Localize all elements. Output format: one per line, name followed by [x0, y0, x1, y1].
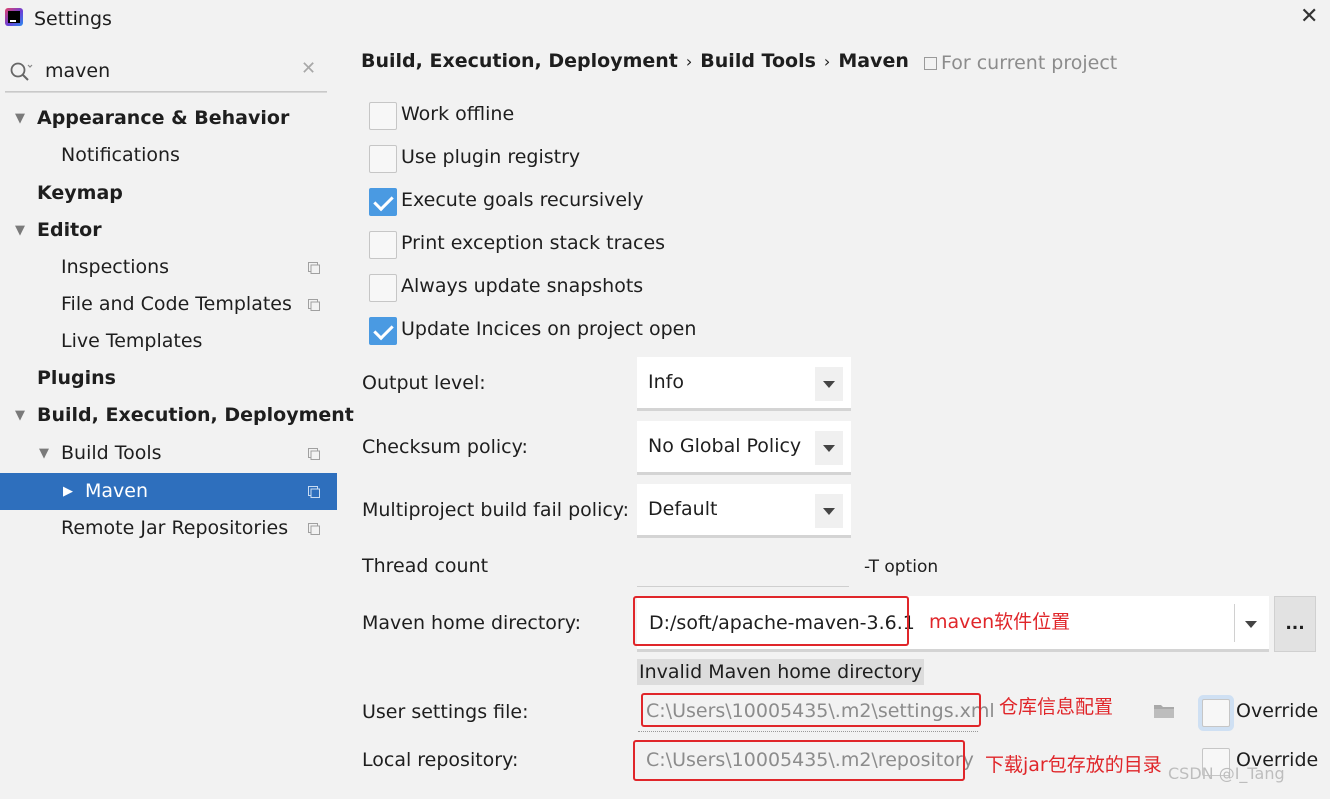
- chevron-down-icon[interactable]: [815, 367, 843, 401]
- output-level-label: Output level:: [362, 372, 486, 394]
- output-level-dropdown[interactable]: Info: [637, 357, 851, 411]
- sidebar-item-label: Notifications: [61, 144, 180, 166]
- highlight-box-maven-home: [633, 596, 909, 646]
- watermark: CSDN @I_Tang: [1168, 764, 1285, 783]
- checkbox-box[interactable]: [369, 317, 397, 345]
- clear-search-icon[interactable]: ✕: [301, 58, 316, 79]
- project-scope-icon: [924, 57, 937, 70]
- project-scope-icon: [308, 486, 320, 498]
- breadcrumb: Build, Execution, Deployment › Build Tools…: [361, 50, 909, 72]
- project-scope-icon: [308, 299, 320, 311]
- close-icon[interactable]: ✕: [1300, 4, 1318, 29]
- checkbox-label: Always update snapshots: [401, 275, 644, 297]
- sidebar-item-label: Plugins: [37, 367, 116, 389]
- sidebar-item-appearance-behavior[interactable]: ▼ Appearance & Behavior: [0, 100, 337, 137]
- search-input[interactable]: [45, 58, 295, 84]
- sidebar-item-label: Build Tools: [61, 442, 162, 464]
- sidebar-item-label: Remote Jar Repositories: [61, 517, 289, 539]
- breadcrumb-item[interactable]: Build Tools: [700, 50, 816, 72]
- sidebar-item-build-tools[interactable]: ▼ Build Tools: [0, 435, 337, 472]
- window-title: Settings: [34, 8, 112, 30]
- chevron-down-icon[interactable]: [815, 494, 843, 528]
- user-settings-label: User settings file:: [362, 701, 529, 723]
- dropdown-value: Default: [648, 498, 718, 520]
- thread-count-input[interactable]: [637, 553, 849, 587]
- override-user-settings-checkbox[interactable]: [1202, 699, 1230, 727]
- sidebar-item-inspections[interactable]: Inspections: [0, 249, 337, 286]
- browse-button[interactable]: ...: [1274, 596, 1316, 652]
- annotation-user-settings: 仓库信息配置: [999, 696, 1114, 718]
- dropdown-value: Info: [648, 371, 684, 393]
- sidebar-item-label: Editor: [37, 219, 102, 241]
- scope-label: For current project: [941, 52, 1118, 74]
- sidebar-item-label: Maven: [85, 480, 149, 502]
- local-repository-label: Local repository:: [362, 749, 519, 771]
- dropdown-value: No Global Policy: [648, 435, 802, 457]
- settings-sidebar: ✕ ▼ Appearance & Behavior Notifications …: [0, 40, 354, 799]
- breadcrumb-item: Maven: [838, 50, 909, 72]
- checkbox-box[interactable]: [369, 145, 397, 173]
- sidebar-item-label: Appearance & Behavior: [37, 107, 290, 129]
- sidebar-item-notifications[interactable]: Notifications: [0, 137, 337, 174]
- maven-home-label: Maven home directory:: [362, 612, 581, 634]
- intellij-app-icon: [5, 8, 23, 26]
- folder-icon[interactable]: [1153, 703, 1175, 719]
- multiproject-policy-label: Multiproject build fail policy:: [362, 499, 630, 521]
- search-icon: [10, 62, 33, 81]
- checksum-policy-dropdown[interactable]: No Global Policy: [637, 421, 851, 475]
- multiproject-policy-dropdown[interactable]: Default: [637, 484, 851, 538]
- expand-arrow-icon: ▼: [15, 408, 25, 423]
- checkbox-label: Use plugin registry: [401, 146, 581, 168]
- annotation-local-repository: 下载jar包存放的目录: [985, 754, 1162, 776]
- sidebar-item-label: Build, Execution, Deployment: [37, 404, 354, 426]
- checkbox-label: Execute goals recursively: [401, 189, 644, 211]
- breadcrumb-separator: ›: [823, 52, 831, 71]
- chevron-down-icon[interactable]: [1234, 604, 1264, 642]
- title-bar: Settings ✕: [0, 0, 1330, 40]
- checkbox-label: Print exception stack traces: [401, 232, 666, 254]
- checksum-policy-label: Checksum policy:: [362, 436, 528, 458]
- sidebar-item-keymap[interactable]: Keymap: [0, 175, 337, 212]
- checkbox-box[interactable]: [369, 274, 397, 302]
- breadcrumb-separator: ›: [685, 52, 693, 71]
- thread-count-label: Thread count: [362, 555, 489, 577]
- expand-arrow-icon: ▼: [15, 223, 25, 238]
- checkbox-label: Update Incices on project open: [401, 318, 697, 340]
- override-label: Override: [1236, 700, 1319, 722]
- thread-count-hint: -T option: [864, 557, 939, 577]
- checkbox-box[interactable]: [369, 102, 397, 130]
- sidebar-item-plugins[interactable]: Plugins: [0, 360, 337, 397]
- sidebar-item-remote-jar-repositories[interactable]: Remote Jar Repositories: [0, 510, 337, 547]
- checkbox-box[interactable]: [369, 188, 397, 216]
- sidebar-item-label: Inspections: [61, 256, 170, 278]
- scope-indicator: For current project: [924, 52, 1117, 74]
- collapsed-arrow-icon: ▶: [63, 484, 73, 499]
- chevron-down-icon[interactable]: [815, 431, 843, 465]
- sidebar-item-file-code-templates[interactable]: File and Code Templates: [0, 286, 337, 323]
- expand-arrow-icon: ▼: [15, 111, 25, 126]
- checkbox-box[interactable]: [369, 231, 397, 259]
- sidebar-item-label: Keymap: [37, 182, 123, 204]
- expand-arrow-icon: ▼: [39, 446, 49, 461]
- project-scope-icon: [308, 523, 320, 535]
- search-box: ✕: [5, 52, 327, 92]
- sidebar-item-live-templates[interactable]: Live Templates: [0, 323, 337, 360]
- sidebar-item-build-execution-deployment[interactable]: ▼ Build, Execution, Deployment: [0, 397, 354, 434]
- checkbox-label: Work offline: [401, 103, 515, 125]
- project-scope-icon: [308, 448, 320, 460]
- sidebar-item-label: File and Code Templates: [61, 293, 292, 315]
- sidebar-item-label: Live Templates: [61, 330, 203, 352]
- sidebar-item-maven[interactable]: ▶ Maven: [0, 473, 337, 510]
- breadcrumb-item[interactable]: Build, Execution, Deployment: [361, 50, 678, 72]
- divider: [5, 92, 327, 93]
- project-scope-icon: [308, 262, 320, 274]
- validation-error: Invalid Maven home directory: [637, 659, 925, 685]
- annotation-maven-home: maven软件位置: [929, 611, 1071, 633]
- highlight-box-user-settings: [641, 693, 981, 727]
- highlight-box-local-repository: [633, 740, 965, 781]
- sidebar-item-editor[interactable]: ▼ Editor: [0, 212, 337, 249]
